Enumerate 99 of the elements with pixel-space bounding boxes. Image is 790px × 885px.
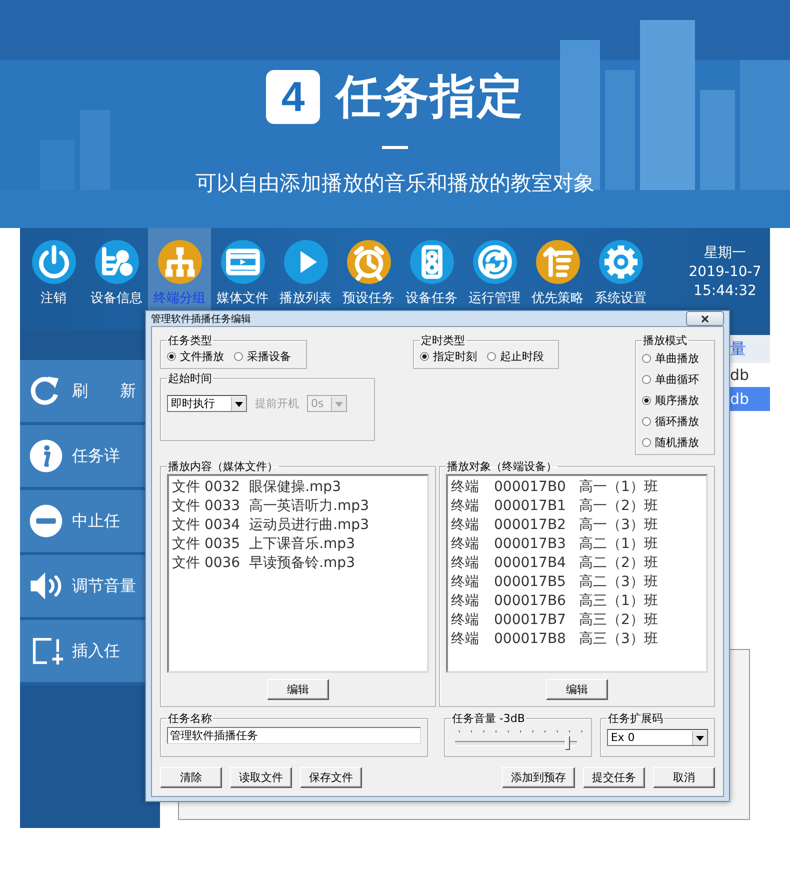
list-item[interactable]: 文件 0036 <box>172 554 240 573</box>
field-label: 提前开机 <box>255 396 299 411</box>
action-button[interactable]: 清除 <box>160 767 222 788</box>
minus-circle-icon <box>28 503 64 539</box>
group-label: 任务扩展码 <box>606 711 664 726</box>
list-item[interactable]: 文件 0032 <box>172 478 240 497</box>
list-item[interactable]: 高二（3）班 <box>579 573 658 592</box>
radio-button[interactable] <box>420 352 429 361</box>
list-item[interactable]: 终端 <box>451 478 485 497</box>
list-item[interactable]: 文件 0033 <box>172 497 240 516</box>
option-label: 指定时刻 <box>433 349 477 364</box>
radio-button[interactable] <box>642 375 651 384</box>
radio-button[interactable] <box>642 438 651 447</box>
action-button[interactable]: 提交任务 <box>583 767 645 788</box>
group-label: 定时类型 <box>420 333 466 348</box>
hero-subtitle: 可以自由添加播放的音乐和播放的教室对象 <box>196 170 594 197</box>
group-label: 任务名称 <box>167 711 213 726</box>
weekday-text: 星期一 <box>703 244 747 263</box>
list-item[interactable]: 终端 <box>451 611 485 630</box>
option-label: 文件播放 <box>180 349 224 364</box>
list-item[interactable]: 高一（3）班 <box>579 516 658 535</box>
list-item[interactable]: 高三（2）班 <box>579 611 658 630</box>
list-item[interactable]: 000017B5 <box>494 573 570 592</box>
list-item[interactable]: 高二（2）班 <box>579 554 658 573</box>
list-item[interactable]: 高三（1）班 <box>579 592 658 611</box>
list-item[interactable]: 眼保健操.mp3 <box>249 478 341 497</box>
list-item[interactable]: 终端 <box>451 630 485 649</box>
list-item[interactable]: 000017B7 <box>494 611 570 630</box>
input-field[interactable]: 管理软件插播任务 <box>167 727 421 744</box>
option-label: 循环播放 <box>655 414 699 429</box>
close-button[interactable] <box>686 311 724 326</box>
dropdown[interactable]: Ex 0 <box>606 729 708 746</box>
option-label: 起止时段 <box>500 349 544 364</box>
list-item[interactable]: 高三（3）班 <box>579 630 658 649</box>
caret-icon <box>231 396 246 410</box>
list-item[interactable]: 终端 <box>451 497 485 516</box>
toolbar-button[interactable]: 注销 <box>22 228 85 330</box>
list-item[interactable]: 000017B0 <box>494 478 570 497</box>
list-item[interactable]: 高一（1）班 <box>579 478 658 497</box>
option-label: 顺序播放 <box>655 393 699 408</box>
list-item[interactable]: 终端 <box>451 516 485 535</box>
group-label: 任务音量 -3dB <box>450 711 526 726</box>
list-item[interactable]: 000017B1 <box>494 497 570 516</box>
list-item[interactable]: 高二（1）班 <box>579 535 658 554</box>
column-header: 量 <box>730 338 747 360</box>
action-button[interactable]: 保存文件 <box>300 767 362 788</box>
group-label: 播放模式 <box>642 333 688 348</box>
edit-button[interactable]: 编辑 <box>267 679 329 700</box>
option-label: 采播设备 <box>247 349 291 364</box>
slider-thumb[interactable] <box>565 736 570 750</box>
action-button[interactable]: 添加到预存 <box>502 767 575 788</box>
radio-button[interactable] <box>642 354 651 363</box>
step-badge: 4 <box>266 70 320 124</box>
option-label: 单曲播放 <box>655 351 699 366</box>
action-button[interactable]: 取消 <box>653 767 715 788</box>
time-text: 15:44:32 <box>692 282 758 301</box>
edit-button[interactable]: 编辑 <box>546 679 608 700</box>
option-label: 单曲循环 <box>655 372 699 387</box>
list-item[interactable]: 终端 <box>451 554 485 573</box>
list-item[interactable]: 000017B8 <box>494 630 570 649</box>
list-item[interactable]: 高一（2）班 <box>579 497 658 516</box>
hero-title: 任务指定 <box>336 68 524 125</box>
group-label: 播放内容（媒体文件） <box>167 459 279 474</box>
list-item[interactable]: 终端 <box>451 573 485 592</box>
toolbar-button[interactable]: 优先策略 <box>526 228 589 330</box>
group-label: 起始时间 <box>167 371 213 386</box>
list-item[interactable]: 高一英语听力.mp3 <box>249 497 369 516</box>
toolbar-button[interactable]: 系统设置 <box>589 228 652 330</box>
toolbar-button[interactable]: 设备信息 <box>85 228 148 330</box>
list-item[interactable]: 终端 <box>451 592 485 611</box>
caret-icon <box>692 730 707 744</box>
radio-button[interactable] <box>234 352 243 361</box>
info-icon <box>28 438 64 474</box>
close-icon <box>700 314 710 322</box>
list-item[interactable]: 终端 <box>451 535 485 554</box>
list-item[interactable]: 文件 0034 <box>172 516 240 535</box>
radio-button[interactable] <box>167 352 176 361</box>
toolbar-button[interactable]: 设备任务 <box>400 228 463 330</box>
list-item[interactable]: 上下课音乐.mp3 <box>249 535 355 554</box>
radio-button[interactable] <box>487 352 496 361</box>
list-item[interactable]: 运动员进行曲.mp3 <box>249 516 369 535</box>
list-item[interactable]: 000017B3 <box>494 535 570 554</box>
toolbar-button[interactable]: 播放列表 <box>274 228 337 330</box>
list-item[interactable]: 早读预备铃.mp3 <box>249 554 355 573</box>
list-item[interactable]: 文件 0035 <box>172 535 240 554</box>
list-item[interactable]: 000017B4 <box>494 554 570 573</box>
action-button[interactable]: 读取文件 <box>230 767 292 788</box>
group-label: 播放对象（终端设备） <box>446 459 558 474</box>
group-label: 任务类型 <box>167 333 213 348</box>
date-text: 2019-10-7 <box>688 263 762 282</box>
toolbar-button[interactable]: 运行管理 <box>463 228 526 330</box>
toolbar-button[interactable]: 预设任务 <box>337 228 400 330</box>
radio-button[interactable] <box>642 417 651 426</box>
dropdown[interactable]: 即时执行 <box>167 395 247 412</box>
list-item[interactable]: 000017B6 <box>494 592 570 611</box>
option-label: 随机播放 <box>655 435 699 450</box>
caret-icon <box>331 396 346 410</box>
radio-button[interactable] <box>642 396 651 405</box>
list-item[interactable]: 000017B2 <box>494 516 570 535</box>
